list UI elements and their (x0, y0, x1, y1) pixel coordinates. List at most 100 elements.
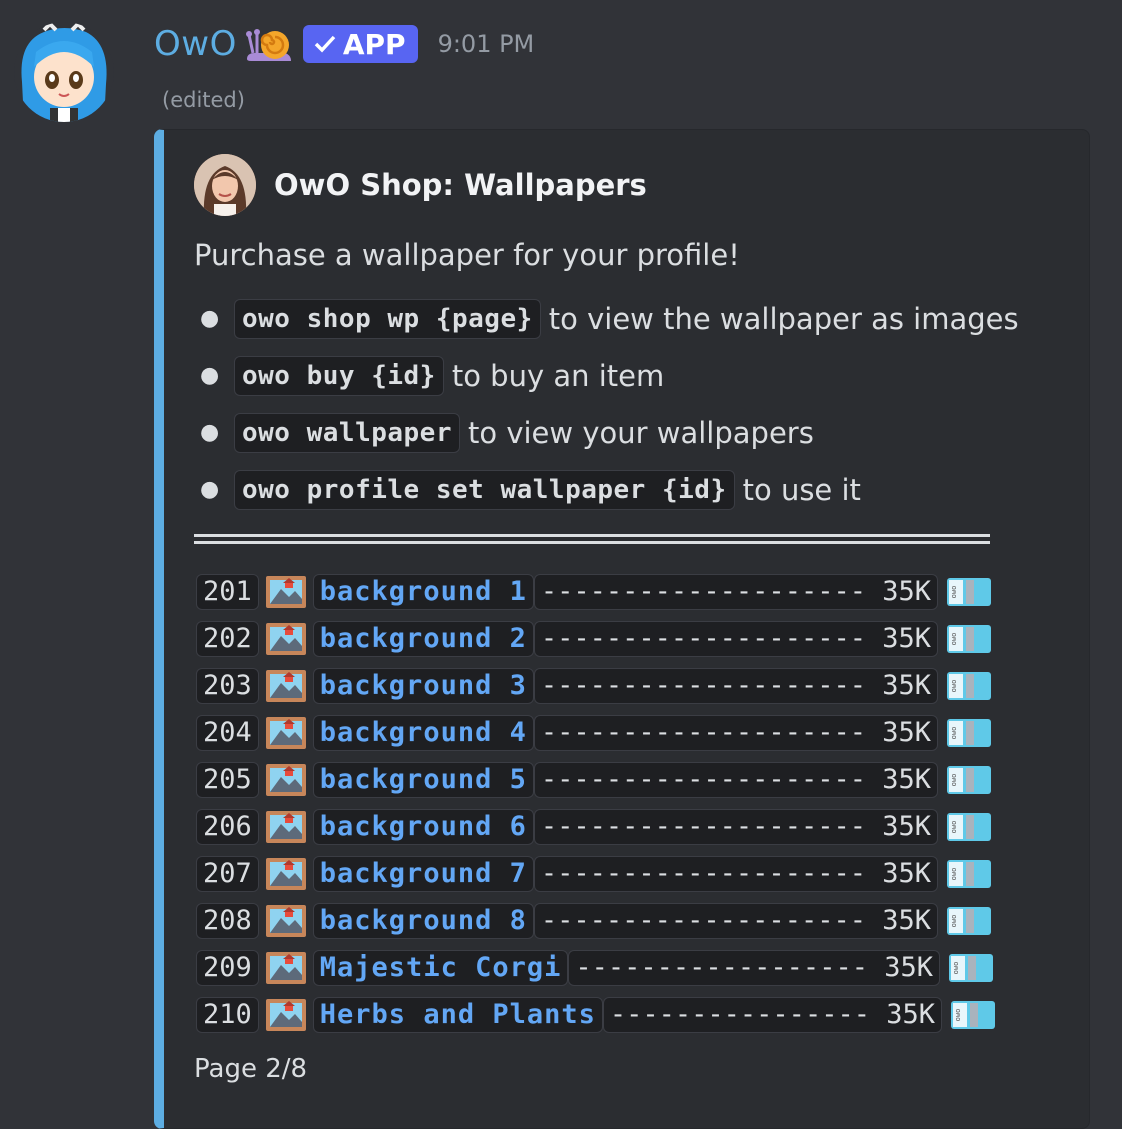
item-id: 203 (196, 667, 259, 704)
command-list: ● owo shop wp {page} to view the wallpaper… (194, 290, 1019, 518)
bullet-dot: ● (200, 306, 220, 331)
wallpaper-row: 210 Herbs and Plants ---------------- 35… (196, 991, 996, 1038)
item-name-link[interactable]: background 7 (312, 855, 534, 892)
item-name-link[interactable]: background 6 (312, 808, 534, 845)
app-badge-label: APP (342, 27, 406, 61)
item-name-link[interactable]: background 2 (312, 620, 534, 657)
svg-text:owo: owo (950, 773, 958, 786)
svg-text:owo: owo (950, 914, 958, 927)
bullet-dot: ● (200, 420, 220, 445)
message-timestamp[interactable]: 9:01 PM (438, 30, 535, 58)
app-badge: APP (302, 25, 418, 63)
wallpaper-row: 203 background 3 -------------------- 35… (196, 662, 996, 709)
item-price: -------------------- 35K (533, 573, 938, 610)
item-id: 206 (196, 808, 259, 845)
item-id: 209 (196, 949, 259, 986)
svg-text:owo: owo (950, 679, 958, 692)
inline-code: owo shop wp {page} (234, 298, 541, 339)
framed-picture-icon (265, 575, 307, 609)
owo-cash-icon: owo (946, 577, 992, 607)
framed-picture-icon (265, 998, 307, 1032)
item-id: 204 (196, 714, 259, 751)
svg-text:owo: owo (950, 726, 958, 739)
wallpaper-row: 201 background 1 -------------------- 35… (196, 568, 996, 615)
list-item: ● owo wallpaper to view your wallpapers (194, 404, 1019, 461)
svg-text:owo: owo (950, 867, 958, 880)
item-id: 205 (196, 761, 259, 798)
checkmark-icon (314, 35, 336, 53)
framed-picture-icon (265, 622, 307, 656)
wallpaper-row: 208 background 8 -------------------- 35… (196, 897, 996, 944)
list-item: ● owo profile set wallpaper {id} to use it (194, 461, 1019, 518)
item-id: 208 (196, 902, 259, 939)
owo-cash-icon: owo (946, 624, 992, 654)
shop-embed: OwO Shop: Wallpapers Purchase a wallpape… (154, 129, 1090, 1129)
item-id: 210 (196, 996, 259, 1033)
author-avatar (194, 154, 256, 216)
svg-text:owo: owo (950, 585, 958, 598)
item-name-link[interactable]: background 1 (312, 573, 534, 610)
item-price: -------------------- 35K (533, 667, 938, 704)
item-name-link[interactable]: background 8 (312, 902, 534, 939)
item-name-link[interactable]: Herbs and Plants (312, 996, 603, 1033)
framed-picture-icon (265, 763, 307, 797)
wallpaper-list: 201 background 1 -------------------- 35… (196, 568, 996, 1038)
framed-picture-icon (265, 716, 307, 750)
item-price: ------------------ 35K (568, 949, 940, 986)
owo-cash-icon: owo (950, 1000, 996, 1030)
wallpaper-row: 204 background 4 -------------------- 35… (196, 709, 996, 756)
owo-cash-icon: owo (946, 718, 992, 748)
embed-footer: Page 2/8 (194, 1054, 308, 1084)
wallpaper-row: 207 background 7 -------------------- 35… (196, 850, 996, 897)
owo-cash-icon: owo (946, 671, 992, 701)
list-item-text: to view the wallpaper as images (548, 301, 1019, 336)
list-item-text: to buy an item (451, 358, 665, 393)
owo-cash-icon: owo (948, 953, 994, 983)
item-name-link[interactable]: background 3 (312, 667, 534, 704)
framed-picture-icon (265, 857, 307, 891)
item-id: 201 (196, 573, 259, 610)
message-header: OwO APP 9:01 PM (154, 18, 534, 70)
framed-picture-icon (265, 669, 307, 703)
item-price: -------------------- 35K (533, 855, 938, 892)
item-price: -------------------- 35K (533, 620, 938, 657)
edited-label: (edited) (162, 88, 245, 112)
svg-text:owo: owo (950, 632, 958, 645)
wallpaper-row: 202 background 2 -------------------- 35… (196, 615, 996, 662)
embed-author-name: OwO Shop: Wallpapers (274, 168, 647, 202)
wallpaper-row: 209 Majestic Corgi ------------------ 35… (196, 944, 996, 991)
framed-picture-icon (265, 810, 307, 844)
item-price: -------------------- 35K (533, 902, 938, 939)
item-price: -------------------- 35K (533, 808, 938, 845)
embed-description: Purchase a wallpaper for your profile! (194, 238, 740, 272)
item-name-link[interactable]: background 5 (312, 761, 534, 798)
item-name-link[interactable]: background 4 (312, 714, 534, 751)
inline-code: owo wallpaper (234, 412, 460, 453)
embed-author: OwO Shop: Wallpapers (194, 154, 647, 216)
bullet-dot: ● (200, 477, 220, 502)
bullet-dot: ● (200, 363, 220, 388)
svg-text:owo: owo (954, 1008, 962, 1021)
snail-icon (245, 25, 293, 69)
svg-text:owo: owo (952, 961, 960, 974)
owo-cash-icon: owo (946, 812, 992, 842)
framed-picture-icon (265, 904, 307, 938)
inline-code: owo buy {id} (234, 355, 444, 396)
bot-avatar[interactable] (14, 22, 114, 122)
list-item: ● owo shop wp {page} to view the wallpaper… (194, 290, 1019, 347)
bot-username[interactable]: OwO (154, 24, 237, 64)
framed-picture-icon (265, 951, 307, 985)
owo-cash-icon: owo (946, 906, 992, 936)
svg-text:owo: owo (950, 820, 958, 833)
list-item-text: to view your wallpapers (468, 415, 814, 450)
item-id: 207 (196, 855, 259, 892)
item-price: ---------------- 35K (602, 996, 942, 1033)
list-item: ● owo buy {id} to buy an item (194, 347, 1019, 404)
item-price: -------------------- 35K (533, 761, 938, 798)
item-price: -------------------- 35K (533, 714, 938, 751)
item-name-link[interactable]: Majestic Corgi (312, 949, 569, 986)
owo-cash-icon: owo (946, 859, 992, 889)
wallpaper-row: 205 background 5 -------------------- 35… (196, 756, 996, 803)
double-divider (194, 534, 990, 544)
owo-cash-icon: owo (946, 765, 992, 795)
